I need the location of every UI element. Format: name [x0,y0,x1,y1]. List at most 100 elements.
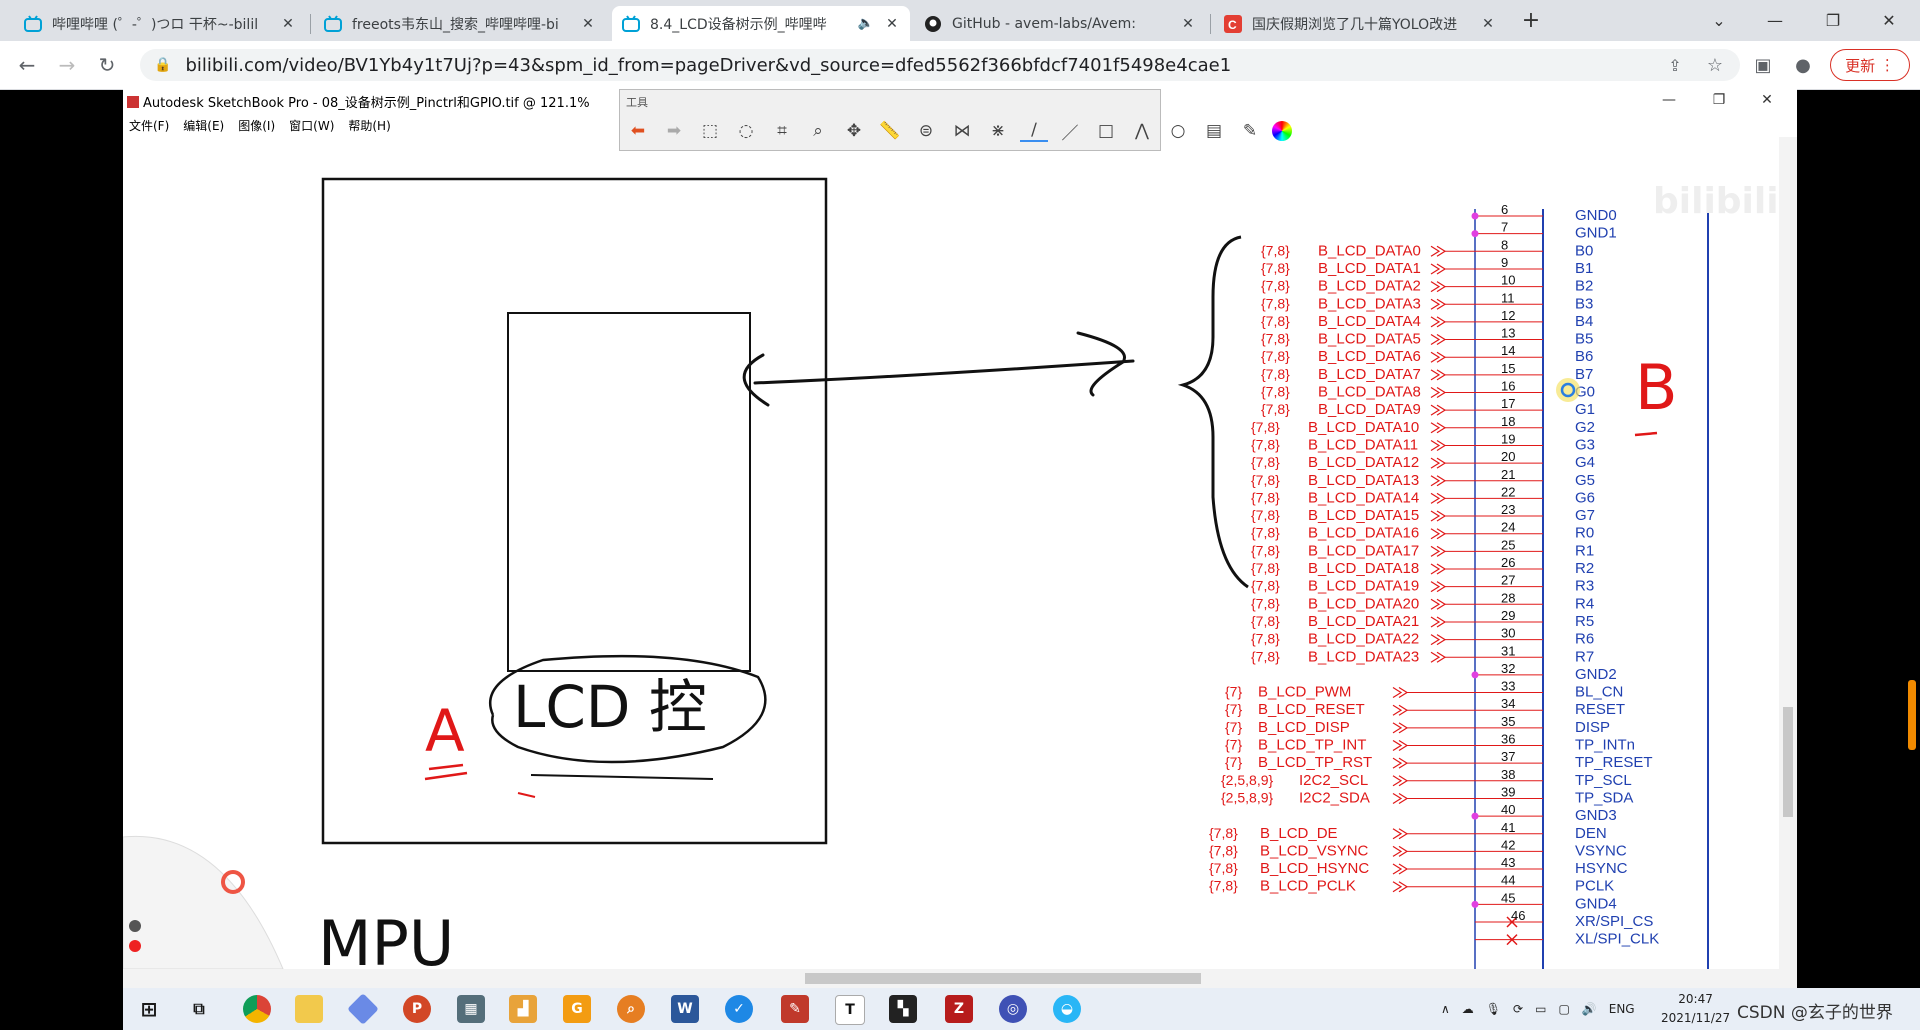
calculator-icon[interactable]: ▦ [457,995,485,1023]
net-ref: {7,8} [1251,419,1280,435]
pin-number: 20 [1501,449,1515,464]
filezilla-icon[interactable]: Z [945,995,973,1023]
restore-button[interactable]: ❐ [1810,0,1856,41]
pin-number: 36 [1501,732,1515,747]
mic-icon[interactable]: 🎙 [1486,1002,1501,1016]
junction-dot [1471,212,1479,220]
minimize-button[interactable]: — [1752,0,1798,41]
menu-image[interactable]: 图像(I) [238,117,275,134]
sk-close-button[interactable]: ✕ [1749,92,1785,110]
tab-title: 国庆假期浏览了几十篇YOLO改进 [1252,16,1458,33]
tab-github[interactable]: GitHub - avem-labs/Avem: ✕ [914,6,1206,41]
net-ref: {7,8} [1261,295,1290,311]
drawing-canvas[interactable]: LCD 控 A B MPU 8 B0 {7,8} B_LCD_DATA0 9 B1 {7,8… [123,137,1779,969]
scrollbar-thumb[interactable] [805,973,1201,984]
app-icon-red-black[interactable]: ▚ [889,995,917,1023]
tab-search-button[interactable]: ⌄ [1696,0,1742,41]
close-icon[interactable]: ✕ [884,16,900,32]
net-arrow-icon [1430,316,1447,328]
pin-signal-name: B3 [1575,295,1593,312]
clock[interactable]: 20:47 2021/11/27 [1661,990,1730,1028]
pin-number: 43 [1501,855,1515,870]
speaker-icon[interactable]: 🔈 [858,16,874,31]
chrome-icon[interactable] [243,995,271,1023]
powerpoint-icon[interactable]: P [403,995,431,1023]
tab-bilibili-home[interactable]: 哔哩哔哩 (゜-゜)つロ 干杯~-bilil ✕ [14,6,306,41]
app-icon-diamond[interactable] [347,993,379,1025]
pin-signal-name: TP_SCL [1575,772,1632,789]
app-icon-globe[interactable]: ◎ [999,995,1027,1023]
menu-file[interactable]: 文件(F) [129,117,169,134]
pin-signal-name: G3 [1575,436,1595,453]
battery-icon[interactable]: ▭ [1535,1002,1546,1016]
net-arrow-icon [1430,634,1447,646]
side-panel-icon[interactable]: ▣ [1748,51,1778,79]
net-label: I2C2_SCL [1299,772,1368,789]
close-icon[interactable]: ✕ [280,16,296,32]
tab-bilibili-search[interactable]: freeots韦东山_搜索_哔哩哔哩-bi ✕ [314,6,606,41]
tab-lcd-video[interactable]: 8.4_LCD设备树示例_哔哩哔 🔈 ✕ [612,6,910,41]
sketchbook-icon[interactable]: ✎ [781,995,809,1023]
net-ref: {7,8} [1251,595,1280,611]
pin-signal-name: GND0 [1575,207,1617,224]
pin-number: 28 [1501,590,1515,605]
clock-date: 2021/11/27 [1661,1011,1731,1025]
star-icon[interactable]: ☆ [1700,51,1730,79]
volume-icon[interactable]: 🔊 [1582,1002,1597,1016]
profile-icon[interactable]: ● [1788,51,1818,79]
net-arrow-icon [1430,422,1447,434]
tray-chevron-icon[interactable]: ∧ [1441,1002,1450,1016]
scrollbar-thumb[interactable] [1783,707,1793,817]
radial-palette[interactable] [123,835,284,969]
net-arrow-icon [1430,263,1447,275]
typora-icon[interactable]: T [835,995,865,1025]
update-button[interactable]: 更新 ⋮ [1830,49,1910,81]
close-window-button[interactable]: ✕ [1866,0,1912,41]
menu-edit[interactable]: 编辑(E) [183,117,224,134]
horizontal-scrollbar[interactable] [123,969,1797,988]
app-icon-g[interactable]: G [563,995,591,1023]
address-bar[interactable]: 🔒 bilibili.com/video/BV1Yb4y1t7Uj?p=43&s… [140,49,1740,81]
close-icon[interactable]: ✕ [1180,16,1196,32]
net-ref: {7,8} [1209,878,1238,894]
close-icon[interactable]: ✕ [1480,16,1496,32]
pin-number: 30 [1501,626,1515,641]
sk-restore-button[interactable]: ❐ [1701,92,1737,110]
net-ref: {7} [1225,719,1242,735]
side-edge-tab[interactable] [1908,680,1916,750]
pin-number: 35 [1501,714,1515,729]
net-arrow-icon [1430,351,1447,363]
language-indicator[interactable]: ENG [1609,1002,1635,1016]
forward-button[interactable]: → [52,51,82,79]
pin-signal-name: G7 [1575,507,1595,524]
app-icon-orange[interactable]: ▟ [509,995,537,1023]
new-tab-button[interactable]: + [1508,0,1554,41]
close-icon[interactable]: ✕ [580,16,596,32]
vertical-scrollbar[interactable] [1779,137,1797,969]
search-tool-icon[interactable]: ⌕ [617,995,645,1023]
network-icon[interactable]: ▢ [1558,1002,1569,1016]
back-button[interactable]: ← [12,51,42,79]
task-view-icon[interactable]: ⧉ [185,995,213,1023]
update-tray-icon[interactable]: ⟳ [1513,1002,1523,1016]
share-icon[interactable]: ⇪ [1660,51,1690,79]
sketchbook-logo-icon [127,95,139,108]
tab-csdn[interactable]: C 国庆假期浏览了几十篇YOLO改进 ✕ [1214,6,1506,41]
word-icon[interactable]: W [671,995,699,1023]
net-label: B_LCD_PWM [1258,684,1351,701]
github-icon [925,15,941,32]
app-icon-teal[interactable]: ◒ [1053,995,1081,1023]
app-icon-blue-circle[interactable]: ✓ [725,995,753,1023]
menu-help[interactable]: 帮助(H) [348,117,390,134]
cloud-icon[interactable]: ☁ [1462,1002,1474,1016]
reload-button[interactable]: ↻ [92,51,122,79]
palette-color-swatch-red [129,940,141,952]
pin-signal-name: XL/SPI_CLK [1575,931,1659,948]
windows-start-icon[interactable]: ⊞ [135,995,163,1023]
sk-minimize-button[interactable]: — [1651,92,1687,110]
pin-signal-name: G2 [1575,419,1595,436]
net-arrow-icon [1430,298,1447,310]
lock-icon[interactable]: 🔒 [154,57,171,73]
file-explorer-icon[interactable] [295,995,323,1023]
menu-window[interactable]: 窗口(W) [289,117,334,134]
